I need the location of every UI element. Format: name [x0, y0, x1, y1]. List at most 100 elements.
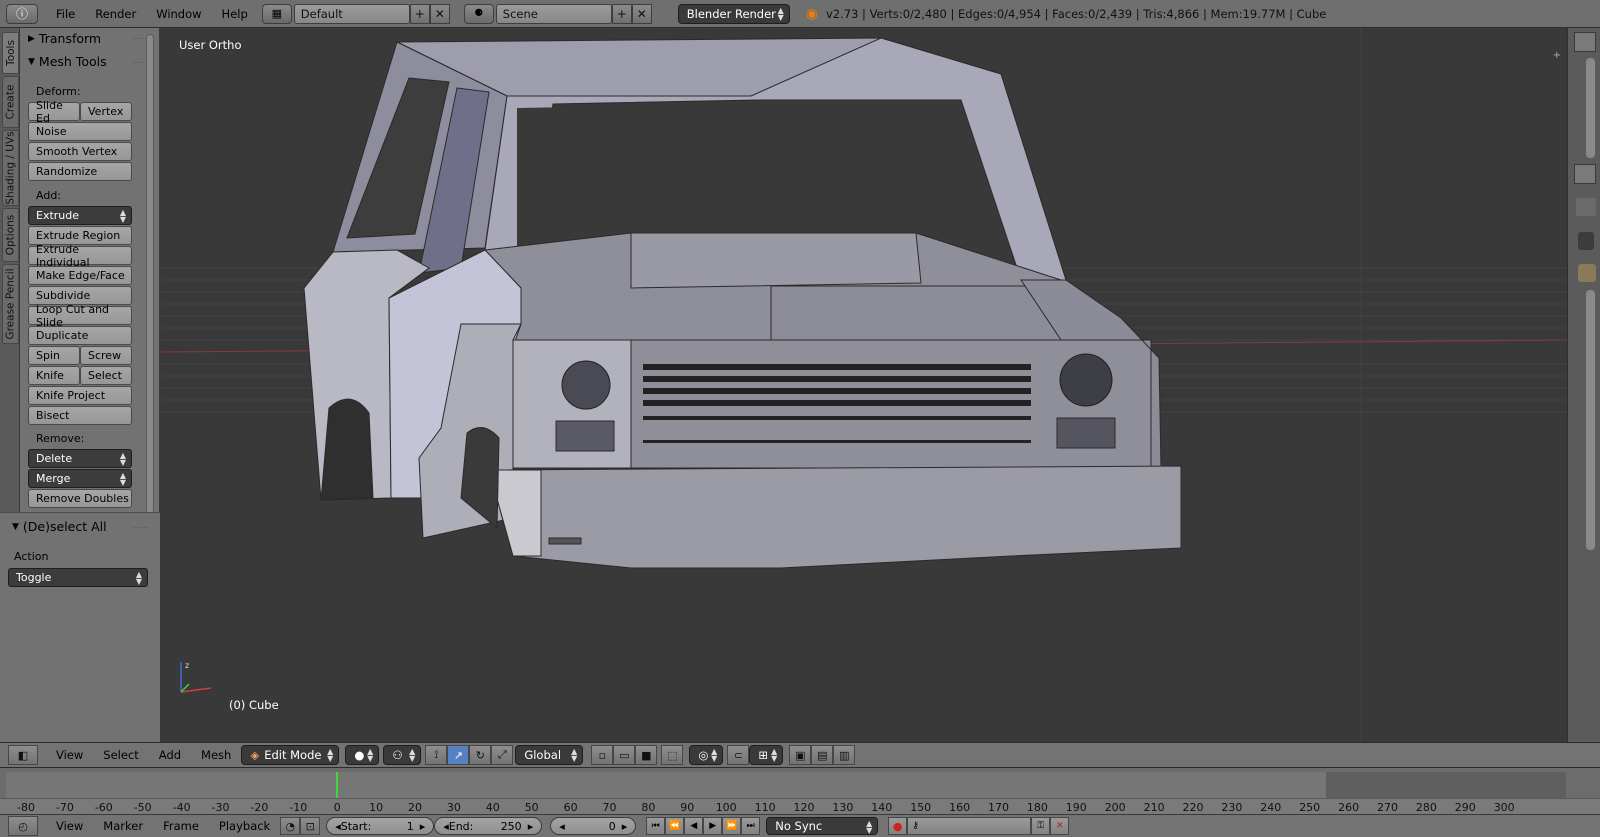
menu-window[interactable]: Window: [146, 7, 211, 21]
tab-options[interactable]: Options: [2, 208, 19, 262]
tab-grease-pencil[interactable]: Grease Pencil: [2, 264, 19, 344]
tool-shelf-scrollbar[interactable]: [146, 34, 154, 514]
material-icon[interactable]: [1578, 264, 1596, 282]
start-frame-field[interactable]: ◂ Start: 1 ▸: [326, 817, 435, 835]
vertex-select-mode-button[interactable]: ▫: [591, 745, 614, 765]
orientation-select[interactable]: Global ▲ ▼: [515, 745, 584, 765]
menu-marker[interactable]: Marker: [93, 819, 153, 833]
outliner-scrollbar[interactable]: [1586, 58, 1595, 158]
extrude-individual-button[interactable]: Extrude Individual: [28, 243, 132, 269]
menu-add[interactable]: Add: [149, 748, 191, 762]
properties-scrollbar[interactable]: [1586, 290, 1595, 550]
auto-keying-button[interactable]: ●: [888, 817, 908, 835]
menu-frame[interactable]: Frame: [153, 819, 209, 833]
manipulator-toggle[interactable]: ⟟: [425, 745, 448, 765]
remove-doubles-button[interactable]: Remove Doubles: [28, 489, 132, 508]
knife-button[interactable]: Knife: [28, 366, 80, 385]
transform-panel-header[interactable]: ▶ Transform: [28, 31, 101, 46]
3d-viewport[interactable]: z User Ortho (0) Cube +: [161, 28, 1567, 742]
menu-mesh[interactable]: Mesh: [191, 748, 241, 762]
loop-cut-button[interactable]: Loop Cut and Slide: [28, 303, 132, 329]
extrude-select[interactable]: Extrude ▲ ▼: [28, 206, 132, 225]
layout-name-field[interactable]: Default: [293, 3, 410, 24]
remove-layout-button[interactable]: ✕: [429, 3, 450, 24]
properties-icon[interactable]: [1574, 164, 1596, 184]
delete-select[interactable]: Delete ▲ ▼: [28, 449, 132, 468]
merge-select[interactable]: Merge ▲ ▼: [28, 469, 132, 488]
prev-keyframe-button[interactable]: ⏪: [665, 817, 685, 835]
tab-shading-uvs[interactable]: Shading / UVs: [2, 130, 19, 206]
face-select-mode-button[interactable]: ■: [635, 745, 658, 765]
menu-file[interactable]: File: [46, 7, 85, 21]
editor-type-button[interactable]: ⓘ: [6, 3, 38, 24]
menu-playback[interactable]: Playback: [209, 819, 280, 833]
pivot-point-select[interactable]: ⚇ ▲ ▼: [383, 745, 422, 765]
delete-keyframe-button[interactable]: ✕: [1050, 817, 1070, 835]
play-reverse-button[interactable]: ◀: [684, 817, 704, 835]
menu-view[interactable]: View: [46, 748, 93, 762]
scene-icon[interactable]: ⚈: [463, 3, 494, 24]
next-keyframe-button[interactable]: ⏩: [722, 817, 742, 835]
close-icon: ✕: [636, 6, 647, 21]
current-frame-field[interactable]: ◂ 0 ▸: [550, 817, 637, 835]
proportional-edit-select[interactable]: ◎ ▲ ▼: [689, 745, 724, 765]
outliner-icon[interactable]: [1574, 32, 1596, 52]
editor-type-timeline-button[interactable]: ◴: [8, 816, 38, 836]
context-select[interactable]: [1578, 232, 1594, 250]
lock-range-button[interactable]: ⊡: [300, 817, 321, 835]
knife-project-button[interactable]: Knife Project: [28, 386, 132, 405]
render-engine-select[interactable]: Blender Render ▲ ▼: [677, 3, 790, 24]
keying-set-field[interactable]: ⚷: [907, 817, 1032, 835]
mode-select[interactable]: ◈ Edit Mode ▲ ▼: [241, 745, 340, 765]
randomize-button[interactable]: Randomize: [28, 162, 132, 181]
bisect-button[interactable]: Bisect: [28, 406, 132, 425]
drag-grip-icon[interactable]: ⋯⋯: [132, 523, 150, 532]
deselect-all-panel-header[interactable]: ▼ (De)select All: [12, 519, 107, 534]
properties-expand-icon[interactable]: +: [1553, 50, 1561, 61]
screen-layout-icon[interactable]: ▦: [261, 3, 292, 24]
opengl-render-button[interactable]: ▣: [789, 745, 812, 765]
action-select[interactable]: Toggle ▲ ▼: [8, 568, 148, 587]
snap-toggle[interactable]: ⊂: [727, 745, 750, 765]
screw-button[interactable]: Screw: [80, 346, 132, 365]
opengl-anim-button-2[interactable]: ▥: [833, 745, 856, 765]
play-button[interactable]: ▶: [703, 817, 723, 835]
limit-selection-button[interactable]: ⬚: [661, 745, 684, 765]
remove-scene-button[interactable]: ✕: [631, 3, 652, 24]
pin-icon[interactable]: [1576, 198, 1596, 216]
slide-edge-button[interactable]: Slide Ed: [28, 99, 80, 125]
editor-type-3d-button[interactable]: ◧: [8, 745, 38, 765]
noise-button[interactable]: Noise: [28, 122, 132, 141]
snap-element-select[interactable]: ⊞ ▲ ▼: [749, 745, 784, 765]
end-frame-field[interactable]: ◂ End: 250 ▸: [434, 817, 543, 835]
timeline-ruler[interactable]: -80 -70 -60 -50 -40 -30 -20 -10 0 10 20 30 40 50 60 70 8…: [0, 798, 1600, 814]
preview-range-button[interactable]: ◔: [280, 817, 301, 835]
spin-button[interactable]: Spin: [28, 346, 80, 365]
scene-name-field[interactable]: Scene: [495, 3, 612, 24]
vertex-button[interactable]: Vertex: [80, 102, 132, 121]
make-edge-face-button[interactable]: Make Edge/Face: [28, 266, 132, 285]
insert-keyframe-button[interactable]: ⚿: [1031, 817, 1051, 835]
translate-manipulator-button[interactable]: ↗: [447, 745, 470, 765]
mesh-tools-panel-header[interactable]: ▼ Mesh Tools: [28, 54, 107, 69]
smooth-vertex-button[interactable]: Smooth Vertex: [28, 142, 132, 161]
add-layout-button[interactable]: +: [409, 3, 430, 24]
edge-select-mode-button[interactable]: ▭: [613, 745, 636, 765]
menu-view[interactable]: View: [46, 819, 93, 833]
duplicate-button[interactable]: Duplicate: [28, 326, 132, 345]
jump-end-button[interactable]: ⏭: [741, 817, 761, 835]
scale-manipulator-button[interactable]: ⤢: [491, 745, 514, 765]
timeline[interactable]: -80 -70 -60 -50 -40 -30 -20 -10 0 10 20 30 40 50 60 70 8…: [0, 768, 1600, 814]
tab-create[interactable]: Create: [2, 76, 19, 128]
menu-render[interactable]: Render: [85, 7, 146, 21]
tab-tools[interactable]: Tools: [2, 32, 19, 74]
jump-start-button[interactable]: ⏮: [646, 817, 666, 835]
opengl-anim-button[interactable]: ▤: [811, 745, 834, 765]
menu-select[interactable]: Select: [93, 748, 148, 762]
knife-select-button[interactable]: Select: [80, 366, 132, 385]
add-scene-button[interactable]: +: [611, 3, 632, 24]
sync-mode-select[interactable]: No Sync ▲ ▼: [766, 817, 879, 835]
menu-help[interactable]: Help: [212, 7, 258, 21]
viewport-shading-select[interactable]: ● ▲ ▼: [345, 745, 380, 765]
rotate-manipulator-button[interactable]: ↻: [469, 745, 492, 765]
